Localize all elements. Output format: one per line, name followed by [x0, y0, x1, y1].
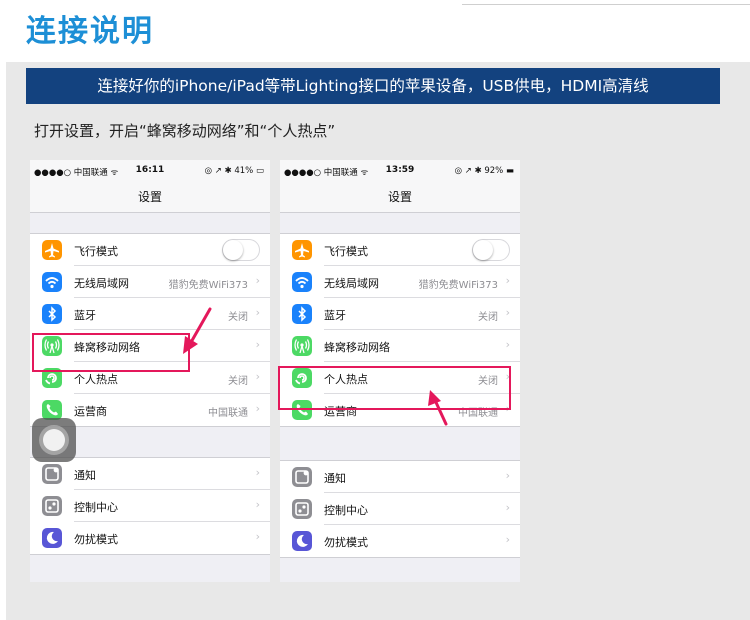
chevron-right-icon: ›: [255, 338, 260, 351]
bluetooth-icon: [42, 304, 62, 324]
phone-icon: [42, 400, 62, 420]
chevron-right-icon: ›: [255, 498, 260, 511]
arrow-to-hotspot: [428, 390, 448, 426]
control-center-icon: [292, 499, 312, 519]
chevron-right-icon: ›: [255, 530, 260, 543]
chevron-right-icon: ›: [255, 370, 260, 383]
bluetooth-icon: [292, 304, 312, 324]
page-title: 连接说明: [26, 14, 154, 49]
chevron-right-icon: ›: [505, 533, 510, 546]
moon-icon: [42, 528, 62, 548]
settings-row[interactable]: 蜂窝移动网络 ›: [280, 330, 520, 362]
row-label: 勿扰模式: [74, 533, 118, 546]
chevron-right-icon: ›: [505, 501, 510, 514]
notification-icon: [42, 464, 62, 484]
settings-row[interactable]: 飞行模式: [30, 234, 270, 266]
chevron-right-icon: ›: [255, 402, 260, 415]
instruction-banner: 连接好你的iPhone/iPad等带Lighting接口的苹果设备，USB供电，…: [26, 68, 720, 104]
battery-status: ◎ ↗ ✱ 41% ▭: [204, 166, 264, 176]
row-label: 勿扰模式: [324, 536, 368, 549]
top-divider: [462, 0, 750, 5]
settings-group-system: 通知 › 控制中心 › 勿扰模式 ›: [280, 460, 520, 558]
row-value: 关闭: [478, 312, 498, 323]
row-label: 控制中心: [324, 504, 368, 517]
hotspot-highlight-box: [278, 366, 511, 410]
settings-row[interactable]: 控制中心 ›: [30, 490, 270, 522]
airplane-icon: [292, 240, 312, 260]
row-label: 无线局域网: [74, 277, 129, 290]
airplane-icon: [42, 240, 62, 260]
instruction-text: 打开设置，开启“蜂窝移动网络”和“个人热点”: [34, 122, 336, 140]
row-value: 关闭: [228, 376, 248, 387]
row-value: 中国联通: [208, 408, 248, 419]
row-value: 猎豹免费WiFi373: [168, 280, 248, 291]
settings-title: 设置: [387, 190, 412, 204]
settings-row[interactable]: 勿扰模式 ›: [30, 522, 270, 554]
cellular-highlight-box: [32, 333, 190, 372]
row-label: 飞行模式: [74, 245, 118, 258]
airplane-mode-toggle[interactable]: [222, 239, 260, 261]
row-label: 无线局域网: [324, 277, 379, 290]
row-value: 猎豹免费WiFi373: [418, 280, 498, 291]
chevron-right-icon: ›: [255, 274, 260, 287]
settings-row[interactable]: 蓝牙 关闭 ›: [30, 298, 270, 330]
row-label: 蜂窝移动网络: [324, 341, 390, 354]
chevron-right-icon: ›: [255, 466, 260, 479]
settings-row[interactable]: 蓝牙 关闭 ›: [280, 298, 520, 330]
row-label: 飞行模式: [324, 245, 368, 258]
settings-group-network: 飞行模式 无线局域网 猎豹免费WiFi373 › 蓝牙 关闭 › 蜂窝移动网络 › 个人热点 关闭 ›…: [30, 233, 270, 427]
settings-row[interactable]: 通知 ›: [30, 458, 270, 490]
row-label: 运营商: [74, 405, 107, 418]
assistive-touch-button[interactable]: [32, 418, 76, 462]
row-value: 关闭: [228, 312, 248, 323]
nav-bar: 设置: [280, 180, 520, 213]
wifi-icon: [292, 272, 312, 292]
settings-row[interactable]: 勿扰模式 ›: [280, 525, 520, 557]
row-label: 控制中心: [74, 501, 118, 514]
chevron-right-icon: ›: [255, 306, 260, 319]
battery-status: ◎ ↗ ✱ 92% ▬: [454, 166, 514, 176]
status-bar: ●●●●○ 中国联通 ᯤ 16:11 ◎ ↗ ✱ 41% ▭: [30, 160, 270, 180]
row-label: 个人热点: [74, 373, 118, 386]
row-label: 通知: [324, 472, 346, 485]
moon-icon: [292, 531, 312, 551]
wifi-icon: [42, 272, 62, 292]
chevron-right-icon: ›: [505, 306, 510, 319]
settings-row[interactable]: 无线局域网 猎豹免费WiFi373 ›: [30, 266, 270, 298]
control-center-icon: [42, 496, 62, 516]
row-label: 通知: [74, 469, 96, 482]
chevron-right-icon: ›: [505, 469, 510, 482]
airplane-mode-toggle[interactable]: [472, 239, 510, 261]
settings-row[interactable]: 控制中心 ›: [280, 493, 520, 525]
notification-icon: [292, 467, 312, 487]
row-label: 蓝牙: [74, 309, 96, 322]
row-label: 蓝牙: [324, 309, 346, 322]
arrow-to-cellular: [183, 307, 212, 354]
settings-row[interactable]: 飞行模式: [280, 234, 520, 266]
settings-title: 设置: [137, 190, 162, 204]
settings-row[interactable]: 通知 ›: [280, 461, 520, 493]
chevron-right-icon: ›: [505, 274, 510, 287]
nav-bar: 设置: [30, 180, 270, 213]
settings-row[interactable]: 无线局域网 猎豹免费WiFi373 ›: [280, 266, 520, 298]
chevron-right-icon: ›: [505, 338, 510, 351]
cellular-icon: [292, 336, 312, 356]
toggle-knob: [223, 240, 243, 260]
settings-group-system: 通知 › 控制中心 › 勿扰模式 ›: [30, 457, 270, 555]
toggle-knob: [473, 240, 493, 260]
status-bar: ●●●●○ 中国联通 ᯤ 13:59 ◎ ↗ ✱ 92% ▬: [280, 160, 520, 180]
